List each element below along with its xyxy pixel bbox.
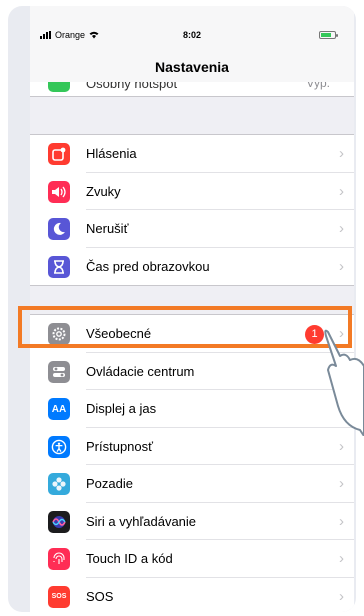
- settings-row[interactable]: Siri a vyhľadávanie ›: [30, 503, 354, 540]
- settings-row-label: Zvuky: [86, 183, 121, 199]
- settings-row[interactable]: Hlásenia ›: [30, 135, 354, 173]
- chevron-right-icon: ›: [339, 145, 344, 162]
- highlight-box: [18, 306, 352, 348]
- settings-row-label: Čas pred obrazovkou: [86, 258, 210, 274]
- settings-row-label: Siri a vyhľadávanie: [86, 513, 197, 529]
- settings-row[interactable]: Ovládacie centrum›: [30, 353, 354, 390]
- settings-group-general: Všeobecné1›Ovládacie centrum›AADisplej a…: [30, 314, 354, 612]
- wallpaper-icon: [48, 473, 70, 495]
- status-time: 8:02: [182, 30, 201, 40]
- sounds-icon: [48, 180, 70, 203]
- navigation-bar: Orange 8:02 Nastavenia: [30, 6, 354, 82]
- chevron-right-icon: ›: [339, 587, 344, 605]
- chevron-right-icon: ›: [339, 182, 344, 200]
- chevron-right-icon: ›: [339, 475, 344, 492]
- accessibility-icon: [48, 435, 70, 458]
- settings-row[interactable]: AADisplej a jas›: [30, 390, 354, 428]
- settings-row[interactable]: Pozadie ›: [30, 465, 354, 503]
- settings-row[interactable]: Nerušiť ›: [30, 210, 354, 248]
- page-title: Nastavenia: [155, 59, 229, 75]
- settings-row-label: Hlásenia: [86, 146, 137, 161]
- chevron-right-icon: ›: [339, 437, 344, 455]
- settings-row[interactable]: Touch ID a kód ›: [30, 540, 354, 578]
- settings-row[interactable]: Zvuky ›: [30, 173, 354, 210]
- settings-group-notifications: Hlásenia › Zvuky › Nerušiť › Čas pred obrazovk…: [30, 134, 354, 286]
- settings-row[interactable]: Čas pred obrazovkou ›: [30, 248, 354, 286]
- control-center-icon: [48, 360, 70, 383]
- hourglass-icon: [48, 255, 70, 278]
- settings-row-label: SOS: [86, 588, 114, 604]
- battery-icon: [319, 31, 338, 39]
- sos-icon: SOS: [48, 585, 70, 608]
- settings-row-label: Displej a jas: [86, 401, 157, 416]
- chevron-right-icon: ›: [339, 550, 344, 567]
- settings-row-label: Touch ID a kód: [86, 551, 173, 566]
- settings-row[interactable]: SOS SOS ›: [30, 578, 354, 613]
- display-icon: AA: [48, 398, 70, 420]
- fingerprint-icon: [48, 548, 70, 570]
- chevron-right-icon: ›: [339, 220, 344, 237]
- settings-row-label: Prístupnosť: [86, 438, 154, 454]
- settings-row[interactable]: Prístupnosť ›: [30, 428, 354, 465]
- chevron-right-icon: ›: [339, 257, 344, 275]
- pointing-hand-icon: [324, 329, 364, 436]
- nav-divider: [30, 96, 354, 97]
- notifications-icon: [48, 143, 70, 165]
- siri-icon: [48, 510, 70, 533]
- settings-row-label: Pozadie: [86, 476, 133, 491]
- chevron-right-icon: ›: [339, 512, 344, 530]
- status-bar: Orange 8:02: [30, 28, 354, 44]
- settings-row-label: Ovládacie centrum: [86, 363, 195, 379]
- settings-row-label: Nerušiť: [86, 221, 129, 236]
- moon-icon: [48, 218, 70, 240]
